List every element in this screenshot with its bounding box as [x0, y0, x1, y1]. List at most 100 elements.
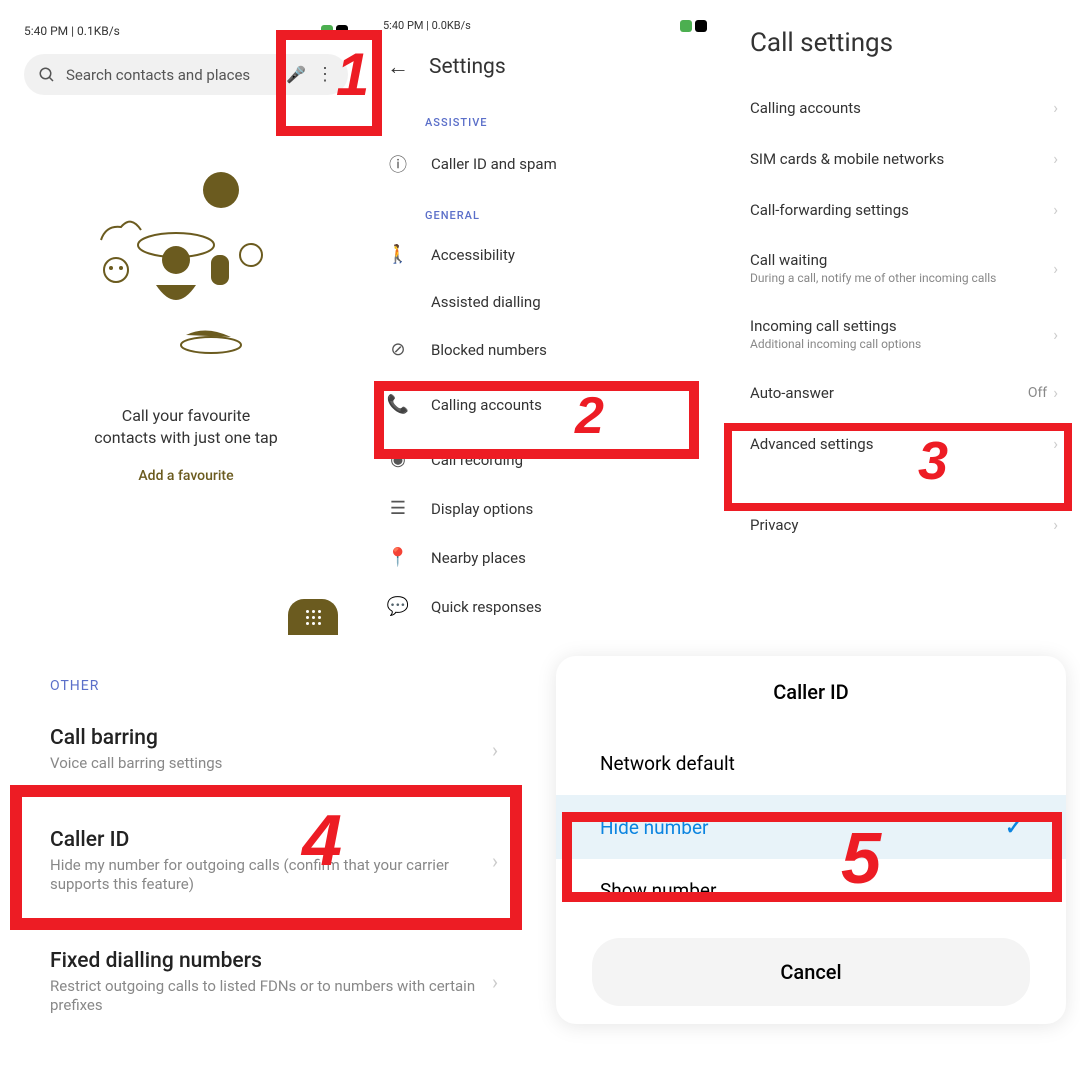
favourites-text: Call your favourite contacts with just o… — [16, 405, 356, 450]
step-number-1: 1 — [336, 40, 369, 109]
call-waiting-row[interactable]: Call waiting During a call, notify me of… — [740, 235, 1068, 301]
incoming-call-row[interactable]: Incoming call settings Additional incomi… — [740, 301, 1068, 367]
chevron-right-icon: › — [1053, 383, 1058, 402]
row-label: Blocked numbers — [431, 341, 547, 359]
favourites-illustration — [56, 155, 316, 365]
row-label: Nearby places — [431, 549, 526, 567]
display-options-row[interactable]: ☰ Display options — [375, 484, 715, 533]
calling-accounts-row[interactable]: 📞 Calling accounts — [375, 380, 715, 429]
row-label: Auto-answer — [750, 384, 834, 402]
row-sublabel: During a call, notify me of other incomi… — [750, 271, 996, 285]
record-icon: ◉ — [387, 449, 409, 470]
status-icons — [680, 19, 707, 32]
row-label: Quick responses — [431, 598, 542, 616]
fav-line2: contacts with just one tap — [16, 427, 356, 449]
row-sublabel: Restrict outgoing calls to listed FDNs o… — [50, 977, 480, 1016]
row-label: Call-forwarding settings — [750, 201, 909, 219]
calling-accounts-row[interactable]: Calling accounts › — [740, 82, 1068, 133]
info-icon: ⓘ — [387, 151, 409, 177]
blocked-icon: ⊘ — [387, 339, 409, 360]
step-number-3: 3 — [918, 430, 948, 492]
chevron-right-icon: › — [1053, 515, 1058, 534]
mic-icon[interactable]: 🎤 — [286, 65, 306, 84]
call-recording-row[interactable]: ◉ Call recording — [375, 435, 715, 484]
row-label: Call waiting — [750, 251, 996, 269]
search-bar[interactable]: Search contacts and places 🎤 ⋮ — [24, 54, 348, 95]
phone-icon: 📞 — [387, 394, 409, 415]
option-network-default[interactable]: Network default — [556, 732, 1066, 795]
status-bar: 5:40 PM | 0.1KB/s — [16, 20, 356, 42]
fav-line1: Call your favourite — [16, 405, 356, 427]
chevron-right-icon: › — [1053, 149, 1058, 168]
step-number-4: 4 — [302, 800, 342, 882]
call-settings-screen: Call settings Calling accounts › SIM car… — [740, 20, 1068, 550]
page-title: Settings — [429, 55, 506, 79]
search-placeholder: Search contacts and places — [66, 66, 276, 84]
caller-id-spam-row[interactable]: ⓘ Caller ID and spam — [375, 137, 715, 191]
option-show-number[interactable]: Show number — [556, 859, 1066, 922]
caller-id-row[interactable]: Caller ID Hide my number for outgoing ca… — [20, 816, 510, 907]
row-value: Off — [1028, 385, 1047, 401]
sim-cards-row[interactable]: SIM cards & mobile networks › — [740, 133, 1068, 184]
calling-accounts-highlight: 📞 Calling accounts — [375, 374, 715, 435]
accessibility-row[interactable]: 🚶 Accessibility — [375, 230, 715, 279]
accessibility-icon: 🚶 — [387, 244, 409, 265]
list-icon: ☰ — [387, 498, 409, 519]
chevron-right-icon: › — [1053, 434, 1058, 453]
search-icon — [38, 66, 56, 84]
assisted-dialling-row[interactable]: Assisted dialling — [375, 279, 715, 325]
settings-screen: 5:40 PM | 0.0KB/s ← Settings ASSISTIVE ⓘ… — [375, 15, 715, 635]
row-label: SIM cards & mobile networks — [750, 150, 944, 168]
blocked-numbers-row[interactable]: ⊘ Blocked numbers — [375, 325, 715, 374]
status-time: 5:40 PM | 0.0KB/s — [383, 19, 471, 32]
dialog-title: Caller ID — [556, 656, 1066, 732]
other-settings-screen: OTHER Call barring Voice call barring se… — [10, 658, 520, 1038]
section-assistive: ASSISTIVE — [375, 98, 715, 137]
app-icon — [321, 25, 333, 37]
cancel-button[interactable]: Cancel — [592, 938, 1030, 1006]
app-icon — [680, 20, 692, 32]
advanced-settings-row[interactable]: Advanced settings › — [740, 418, 1068, 469]
fixed-dialling-row[interactable]: Fixed dialling numbers Restrict outgoing… — [20, 937, 510, 1028]
nearby-places-row[interactable]: 📍 Nearby places — [375, 533, 715, 582]
row-label: Incoming call settings — [750, 317, 921, 335]
more-icon[interactable]: ⋮ — [316, 64, 334, 85]
message-icon: 💬 — [387, 596, 409, 617]
call-barring-row[interactable]: Call barring Voice call barring settings… — [20, 714, 510, 786]
section-other: OTHER — [20, 668, 510, 714]
row-label: Display options — [431, 500, 533, 518]
privacy-row[interactable]: Privacy › — [740, 499, 1068, 550]
row-sublabel: Voice call barring settings — [50, 754, 480, 774]
settings-header: ← Settings — [375, 36, 715, 98]
auto-answer-row[interactable]: Auto-answer Off › — [740, 367, 1068, 418]
row-sublabel: Additional incoming call options — [750, 337, 921, 351]
contacts-screen: 5:40 PM | 0.1KB/s Search contacts and pl… — [16, 20, 356, 635]
quick-responses-row[interactable]: 💬 Quick responses — [375, 582, 715, 631]
step-number-2: 2 — [575, 386, 604, 446]
row-label: Assisted dialling — [431, 293, 541, 311]
app-icon — [695, 20, 707, 32]
chevron-right-icon: › — [492, 738, 498, 762]
row-label: Privacy — [750, 516, 798, 534]
row-label: Calling accounts — [431, 396, 542, 414]
add-favourite-button[interactable]: Add a favourite — [16, 468, 356, 484]
status-bar: 5:40 PM | 0.0KB/s — [375, 15, 715, 36]
call-forwarding-row[interactable]: Call-forwarding settings › — [740, 184, 1068, 235]
row-label: Call barring — [50, 726, 480, 750]
app-icon — [336, 25, 348, 37]
row-label: Calling accounts — [750, 99, 861, 117]
chevron-right-icon: › — [492, 849, 498, 873]
row-sublabel: Hide my number for outgoing calls (confi… — [50, 856, 480, 895]
status-icons — [321, 24, 348, 38]
option-hide-number[interactable]: Hide number ✓ — [556, 795, 1066, 859]
option-label: Network default — [600, 752, 735, 775]
row-label: Caller ID — [50, 828, 480, 852]
row-label: Call recording — [431, 451, 523, 469]
dialpad-icon — [306, 610, 321, 625]
page-title: Call settings — [740, 20, 1068, 82]
option-label: Hide number — [600, 816, 709, 839]
dialpad-button[interactable] — [288, 599, 338, 635]
back-icon[interactable]: ← — [387, 54, 409, 80]
status-time: 5:40 PM | 0.1KB/s — [24, 24, 120, 38]
chevron-right-icon: › — [492, 970, 498, 994]
